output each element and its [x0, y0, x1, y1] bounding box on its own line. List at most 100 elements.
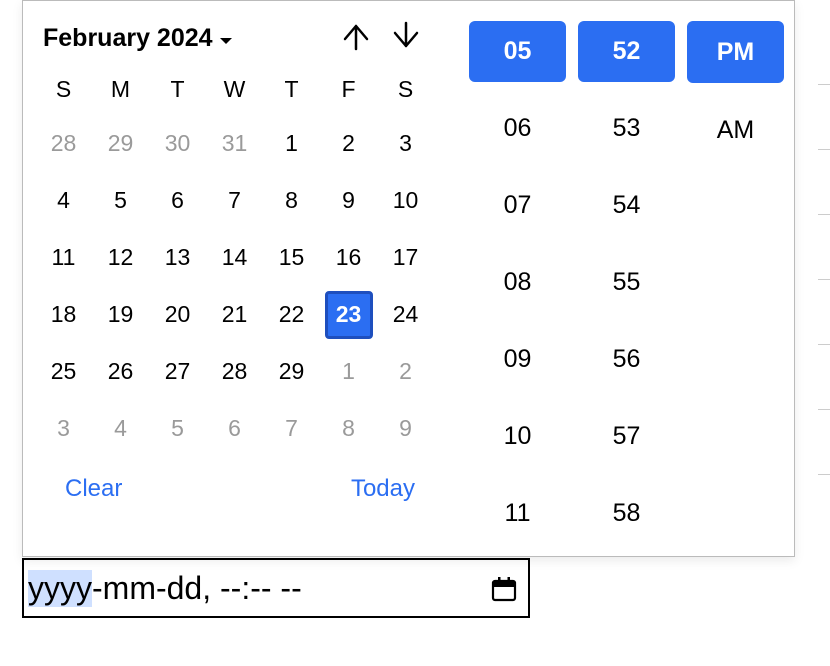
day-number: 19: [97, 291, 145, 339]
minute-option[interactable]: 53: [578, 98, 675, 159]
day-cell[interactable]: 3: [377, 115, 434, 172]
day-cell[interactable]: 10: [377, 172, 434, 229]
day-cell[interactable]: 2: [377, 343, 434, 400]
minute-option[interactable]: 58: [578, 483, 675, 544]
day-number: 2: [325, 120, 373, 168]
clear-button[interactable]: Clear: [65, 475, 122, 503]
day-number: 21: [211, 291, 259, 339]
arrow-up-icon: [341, 21, 371, 56]
prev-month-button[interactable]: [341, 21, 371, 56]
input-rest-segment[interactable]: -mm-dd, --:-- --: [92, 570, 302, 607]
day-number: 23: [325, 291, 373, 339]
day-cell[interactable]: 1: [263, 115, 320, 172]
day-number: 27: [154, 348, 202, 396]
day-cell[interactable]: 9: [320, 172, 377, 229]
period-option[interactable]: PM: [687, 21, 784, 83]
day-cell[interactable]: 28: [35, 115, 92, 172]
day-number: 30: [154, 120, 202, 168]
day-cell[interactable]: 9: [377, 400, 434, 457]
day-cell[interactable]: 12: [92, 229, 149, 286]
weekday-label: W: [206, 76, 263, 103]
hour-option[interactable]: 09: [469, 329, 566, 390]
weekday-label: T: [149, 76, 206, 103]
day-cell[interactable]: 18: [35, 286, 92, 343]
next-month-button[interactable]: [391, 21, 421, 56]
day-cell[interactable]: 14: [206, 229, 263, 286]
day-cell[interactable]: 13: [149, 229, 206, 286]
day-number: 4: [97, 405, 145, 453]
day-number: 31: [211, 120, 259, 168]
day-number: 9: [382, 405, 430, 453]
today-button[interactable]: Today: [351, 475, 415, 503]
day-cell[interactable]: 5: [92, 172, 149, 229]
day-cell[interactable]: 30: [149, 115, 206, 172]
day-number: 29: [268, 348, 316, 396]
day-cell[interactable]: 20: [149, 286, 206, 343]
day-cell[interactable]: 4: [35, 172, 92, 229]
hour-option[interactable]: 08: [469, 252, 566, 313]
day-number: 1: [325, 348, 373, 396]
day-cell[interactable]: 11: [35, 229, 92, 286]
weekday-label: S: [377, 76, 434, 103]
day-cell[interactable]: 21: [206, 286, 263, 343]
day-cell[interactable]: 19: [92, 286, 149, 343]
day-cell[interactable]: 7: [263, 400, 320, 457]
day-cell[interactable]: 24: [377, 286, 434, 343]
hour-option[interactable]: 05: [469, 21, 566, 82]
day-number: 8: [325, 405, 373, 453]
day-cell[interactable]: 29: [92, 115, 149, 172]
period-option[interactable]: AM: [687, 99, 784, 161]
minute-option[interactable]: 56: [578, 329, 675, 390]
day-cell[interactable]: 31: [206, 115, 263, 172]
minute-option[interactable]: 57: [578, 406, 675, 467]
period-column[interactable]: PM AM: [687, 21, 784, 544]
day-cell[interactable]: 27: [149, 343, 206, 400]
day-cell[interactable]: 8: [263, 172, 320, 229]
day-cell[interactable]: 29: [263, 343, 320, 400]
day-number: 6: [154, 177, 202, 225]
day-number: 4: [40, 177, 88, 225]
hour-option[interactable]: 07: [469, 175, 566, 236]
day-cell[interactable]: 6: [149, 172, 206, 229]
day-cell[interactable]: 3: [35, 400, 92, 457]
day-cell[interactable]: 1: [320, 343, 377, 400]
day-cell[interactable]: 28: [206, 343, 263, 400]
day-cell[interactable]: 16: [320, 229, 377, 286]
hour-option[interactable]: 10: [469, 406, 566, 467]
day-cell[interactable]: 4: [92, 400, 149, 457]
day-cell[interactable]: 26: [92, 343, 149, 400]
hours-column[interactable]: 05 06 07 08 09 10 11: [469, 21, 566, 544]
day-number: 28: [40, 120, 88, 168]
day-cell[interactable]: 25: [35, 343, 92, 400]
day-cell[interactable]: 17: [377, 229, 434, 286]
hour-option[interactable]: 06: [469, 98, 566, 159]
datetime-input[interactable]: yyyy -mm-dd, --:-- --: [22, 558, 530, 618]
hour-option[interactable]: 11: [469, 483, 566, 544]
minutes-column[interactable]: 52 53 54 55 56 57 58: [578, 21, 675, 544]
minute-option[interactable]: 54: [578, 175, 675, 236]
month-year-label: February 2024: [43, 24, 213, 53]
day-number: 8: [268, 177, 316, 225]
day-number: 7: [211, 177, 259, 225]
weekday-row: SMTWTFS: [35, 76, 445, 103]
day-number: 26: [97, 348, 145, 396]
calendar-icon[interactable]: [490, 574, 518, 602]
month-year-button[interactable]: February 2024: [43, 24, 233, 53]
weekday-label: T: [263, 76, 320, 103]
datetime-input-text: yyyy -mm-dd, --:-- --: [28, 570, 302, 607]
edge-dividers: [818, 84, 830, 475]
day-number: 6: [211, 405, 259, 453]
day-cell[interactable]: 6: [206, 400, 263, 457]
input-year-segment[interactable]: yyyy: [28, 570, 92, 607]
minute-option[interactable]: 52: [578, 21, 675, 82]
day-cell[interactable]: 15: [263, 229, 320, 286]
day-cell[interactable]: 22: [263, 286, 320, 343]
day-cell[interactable]: 5: [149, 400, 206, 457]
day-cell[interactable]: 7: [206, 172, 263, 229]
minute-option[interactable]: 55: [578, 252, 675, 313]
caret-down-icon: [219, 24, 233, 53]
day-cell[interactable]: 2: [320, 115, 377, 172]
day-cell[interactable]: 8: [320, 400, 377, 457]
day-cell[interactable]: 23: [320, 286, 377, 343]
day-number: 7: [268, 405, 316, 453]
